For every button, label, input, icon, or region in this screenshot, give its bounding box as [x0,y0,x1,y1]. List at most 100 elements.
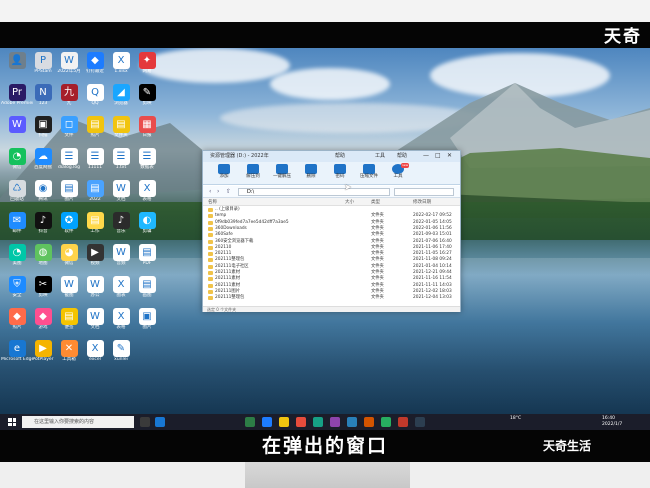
row-date: 2021-07-06 16:40 [413,238,452,244]
column-size[interactable]: 大小 [345,199,354,205]
folder-icon [208,271,213,275]
table-row[interactable]: 360安全浏览器下载 文件夹 2021-07-06 16:40 [203,239,460,245]
desktop-icon[interactable]: X 表格 [134,180,160,202]
app-icon: ▤ [112,116,130,133]
app-icon: ▤ [86,116,104,133]
desktop-icon[interactable]: ☰ 数据表 [134,148,160,170]
table-row[interactable]: 202111电子社区 文件夹 2021-01-04 10:14 [203,264,460,270]
table-row[interactable]: 202110 文件夹 2021-11-06 17:40 [203,245,460,251]
app-icon: ▤ [138,276,156,293]
clock-time[interactable]: 16:40 [602,416,615,421]
desktop-icon-grid: 👤 P PPStam W 2022年5月 ◆ 钉钉最近 X 1.xlsx ✦ 网易 Pr Adobe P… [0,52,158,390]
table-row[interactable]: temp 文件夹 2022-02-17 09:52 [203,213,460,219]
folder-icon [208,252,213,257]
minimize-icon[interactable]: — [423,152,429,159]
taskbar-search-input[interactable]: 在这里输入你要搜索的内容 [22,416,134,428]
taskbar-app-icon[interactable] [415,417,425,427]
taskbar-app-icon[interactable] [313,417,323,427]
app-icon: ▤ [86,180,104,197]
extract-button[interactable]: 解压到 [237,164,269,180]
desktop-icon[interactable]: ✎ 剪映 [134,84,160,106]
task-view-icon[interactable] [140,417,150,427]
desktop-icon-label: 剪映 [142,101,152,106]
windows-start-icon[interactable] [8,418,16,426]
search-input[interactable] [394,188,454,196]
taskbar-app-icon[interactable] [330,417,340,427]
menu-help-2[interactable]: 帮助 [397,152,407,159]
app-icon: ◆ [34,308,52,325]
folder-icon [208,283,213,288]
column-name[interactable]: 名称 [208,199,217,205]
file-manager-window[interactable]: 资源管理器 (D:) - 2022年 帮助 工具 帮助 — □ ✕ 添加 解压到… [202,150,461,312]
window-titlebar[interactable]: 资源管理器 (D:) - 2022年 帮助 工具 帮助 — □ ✕ [203,151,460,162]
brand-logo-top: 天奇 [604,27,642,47]
app-icon: ☰ [60,148,78,165]
password-button[interactable]: 密码 [324,164,356,180]
taskbar-app-icon[interactable] [347,417,357,427]
table-row[interactable]: 202111图片 文件夹 2021-12-02 18:03 [203,289,460,295]
desktop-icon[interactable]: ▤ PDF [134,244,160,266]
file-explorer-icon[interactable] [279,417,289,427]
table-row[interactable]: 202111素材 文件夹 2021-11-16 11:54 [203,276,460,282]
table-row[interactable]: 202111整理包 文件夹 2021-12-04 13:03 [203,295,460,301]
app-icon: X [86,340,104,357]
delete-icon [305,164,317,174]
desktop-icon[interactable]: ✎ xunlei [108,340,134,362]
desktop-icon[interactable]: ▣ 图片 [134,308,160,330]
row-date: 2021-11-06 17:40 [413,244,452,250]
edge-icon[interactable] [155,417,165,427]
delete-button[interactable]: 删除 [295,164,327,180]
tools-button[interactable]: new 工具 [382,163,414,180]
column-modified[interactable]: 修改日期 [413,199,431,205]
up-icon[interactable]: ⇧ [226,188,231,195]
app-icon: ✉ [8,212,26,229]
table-row[interactable]: 360Downloads 文件夹 2022-01-06 11:56 [203,226,460,232]
folder-icon [208,214,213,219]
taskbar-app-icon[interactable] [364,417,374,427]
app-icon: X [112,276,130,293]
clock-date[interactable]: 2022/1/7 [602,422,622,427]
app-icon: ◢ [112,84,130,101]
row-date: 2021-01-04 10:14 [413,263,452,269]
back-icon[interactable]: ‹ [209,188,211,195]
desktop-icon[interactable]: ✦ 网易 [134,52,160,74]
desktop-icon-label: 数据表 [140,165,154,170]
app-icon: ☰ [86,148,104,165]
desktop-icon[interactable]: 👤 [4,52,30,69]
app-icon: Q [86,84,104,101]
wechat-icon[interactable] [381,417,391,427]
row-type: 文件夹 [371,276,384,282]
table-row[interactable]: 0f9db039fed7a7ee5d42dff7a3ae5 文件夹 2022-01-… [203,220,460,226]
table-row[interactable]: 360Safe 文件夹 2021-09-03 15:01 [203,232,460,238]
maximize-icon[interactable]: □ [435,152,441,159]
address-bar: ‹ › ⇧ D:\ [203,186,460,198]
desktop-icon-label: 表格 [142,197,152,202]
app-icon: ✎ [138,84,156,101]
desktop-icon[interactable]: ◐ 剪辑 [134,212,160,234]
menu-help[interactable]: 帮助 [335,152,345,159]
desktop-icon[interactable]: ▤ 画图 [134,276,160,298]
table-row[interactable]: 202111整理包 文件夹 2021-11-08 09:24 [203,257,460,263]
app-icon: W [60,276,78,293]
menu-tools[interactable]: 工具 [375,152,385,159]
taskbar-app-icon[interactable] [398,417,408,427]
forward-icon[interactable]: › [217,188,219,195]
table-row[interactable]: 202111素材 文件夹 2021-11-11 14:03 [203,283,460,289]
desktop-icon[interactable]: ▦ 日报 [134,116,160,138]
app-icon: ⛨ [8,276,26,293]
app-icon: ☰ [138,148,156,165]
taskbar-app-icon[interactable] [245,417,255,427]
address-input[interactable]: D:\ [238,188,390,196]
compress-button[interactable]: 压缩文件 [353,164,385,180]
desktop-icon[interactable]: W [4,116,30,133]
taskbar-app-icon[interactable] [296,417,306,427]
column-type[interactable]: 类型 [371,199,380,205]
app-icon: ✎ [112,340,130,357]
taskbar-app-icon[interactable] [262,417,272,427]
file-list-header: 名称 大小 类型 修改日期 [203,198,460,206]
add-button[interactable]: 添加 [208,164,240,180]
one-click-extract-button[interactable]: 一键解压 [266,164,298,180]
app-icon: X [112,52,130,69]
close-icon[interactable]: ✕ [447,152,452,159]
app-icon: ▤ [138,244,156,261]
